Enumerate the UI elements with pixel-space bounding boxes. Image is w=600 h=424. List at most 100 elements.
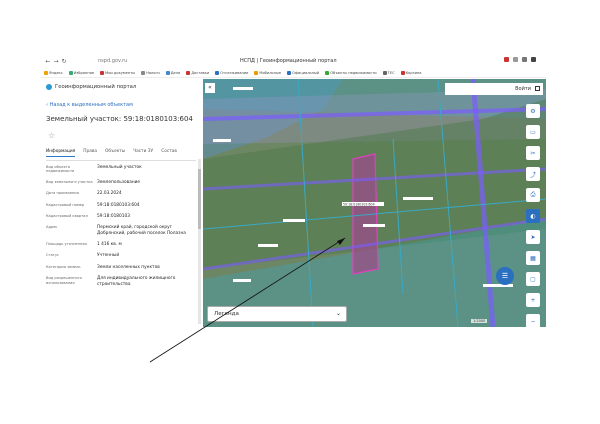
cadastral-label bbox=[403, 197, 433, 200]
property-row: Дата присвоения 22.03.2024 bbox=[46, 191, 196, 196]
property-value: Учтенный bbox=[97, 253, 120, 259]
bookmark-item[interactable]: Отслеживание bbox=[215, 71, 248, 75]
panel-scrollbar[interactable] bbox=[198, 159, 201, 324]
property-key: Дата присвоения bbox=[46, 191, 79, 196]
map-view[interactable]: 59:18:0180103:604 « Войти ⚙ ▭ ✂ ⤴ ⎙ ◐ ➤ … bbox=[203, 79, 546, 327]
property-row: Кадастровый номер 59:18:0180103:604 bbox=[46, 203, 196, 208]
property-value: Земли населенных пунктов bbox=[97, 264, 160, 270]
portal-logo-icon bbox=[46, 84, 52, 90]
extension-icon[interactable] bbox=[522, 57, 527, 62]
page-title: Земельный участок: 59:18:0180103:604 bbox=[46, 115, 193, 123]
login-icon bbox=[535, 86, 540, 91]
scrollbar-thumb[interactable] bbox=[198, 169, 201, 229]
property-list: Вид объекта недвижимости Земельный участо… bbox=[46, 165, 196, 293]
cadastral-label bbox=[363, 224, 385, 227]
bookmark-item[interactable]: Объекты недвижимости bbox=[325, 71, 377, 75]
back-icon[interactable]: ← bbox=[44, 58, 52, 65]
extension-icon[interactable] bbox=[504, 57, 509, 62]
property-row: Вид разрешенного использования Для индиви… bbox=[46, 276, 196, 287]
tab-bar: Информация Права Объекты Части ЗУ Состав bbox=[46, 149, 196, 161]
property-row: Вид земельного участка Землепользование bbox=[46, 180, 196, 185]
cadastral-label bbox=[233, 87, 253, 90]
property-key: Кадастровый номер bbox=[46, 202, 85, 207]
measure-icon[interactable]: ◐ bbox=[526, 209, 540, 223]
chevron-down-icon: ⌄ bbox=[335, 310, 341, 317]
browser-toolbar: ← → ↻ nspd.gov.ru НСПД | Геоинформационн… bbox=[40, 55, 546, 67]
plus-icon[interactable]: + bbox=[526, 293, 540, 307]
reload-icon[interactable]: ↻ bbox=[60, 58, 68, 65]
bookmark-item[interactable]: ТЕС bbox=[382, 71, 395, 75]
bookmarks-bar: Яндекс Избранное Мои документы Налоги Де… bbox=[40, 69, 546, 78]
property-row: Статус Учтенный bbox=[46, 253, 196, 258]
parcel-number-label: 59:18:0180103:604 bbox=[343, 203, 375, 207]
property-value: Землепользование bbox=[97, 179, 141, 185]
property-row: Площадь уточненная 1 416 кв. м bbox=[46, 242, 196, 247]
menu-icon[interactable] bbox=[531, 57, 536, 62]
layers-icon[interactable]: ▭ bbox=[526, 125, 540, 139]
map-scale: 1:2000 bbox=[471, 319, 488, 323]
property-key: Вид земельного участка bbox=[46, 179, 93, 184]
property-value: Пермский край, городской округ Добрянски… bbox=[97, 225, 186, 236]
property-row: Вид объекта недвижимости Земельный участо… bbox=[46, 165, 196, 174]
property-value: 1 416 кв. м bbox=[97, 242, 122, 248]
property-row: Категория земель Земли населенных пунктов bbox=[46, 265, 196, 270]
property-key: Вид разрешенного использования bbox=[46, 276, 82, 285]
property-key: Кадастровый квартал bbox=[46, 214, 88, 219]
address-bar[interactable]: nspd.gov.ru bbox=[98, 58, 127, 64]
tab-composition[interactable]: Состав bbox=[161, 149, 177, 157]
bookmark-item[interactable]: Дела bbox=[165, 71, 180, 75]
bookmark-item[interactable]: Мобильные bbox=[254, 71, 281, 75]
cadastral-label bbox=[258, 244, 278, 247]
minus-icon[interactable]: − bbox=[526, 314, 540, 327]
star-icon[interactable]: ☆ bbox=[48, 131, 55, 140]
bookmark-icon[interactable] bbox=[513, 57, 518, 62]
bookmark-item[interactable]: Корзина bbox=[400, 71, 421, 75]
grid-icon[interactable]: ▦ bbox=[526, 251, 540, 265]
map-canvas[interactable]: 59:18:0180103:604 bbox=[203, 79, 546, 327]
portal-name: Геоинформационный портал bbox=[55, 84, 137, 90]
property-key: Площадь уточненная bbox=[46, 242, 87, 247]
login-button[interactable]: Войти bbox=[445, 83, 543, 95]
collapse-panel-icon[interactable]: « bbox=[205, 83, 215, 93]
browser-window: ← → ↻ nspd.gov.ru НСПД | Геоинформационн… bbox=[40, 55, 546, 327]
property-value: Земельный участок bbox=[97, 165, 142, 170]
property-value: 22.03.2024 bbox=[97, 191, 122, 197]
cut-icon[interactable]: ✂ bbox=[526, 146, 540, 160]
legend-dropdown[interactable]: Легенда ⌄ bbox=[207, 306, 347, 322]
portal-header: Геоинформационный портал bbox=[46, 84, 136, 90]
cadastral-label bbox=[483, 284, 513, 287]
tab-rights[interactable]: Права bbox=[83, 149, 97, 157]
bookmark-item[interactable]: Доставки bbox=[186, 71, 209, 75]
tab-information[interactable]: Информация bbox=[46, 149, 76, 157]
tab-objects[interactable]: Объекты bbox=[105, 149, 125, 157]
bookmark-item[interactable]: Официальный bbox=[287, 71, 319, 75]
property-value: Для индивидуального жилищного строительс… bbox=[97, 276, 176, 287]
bookmark-item[interactable]: Налоги bbox=[141, 71, 160, 75]
rect-icon[interactable]: ▢ bbox=[526, 272, 540, 286]
property-key: Статус bbox=[46, 253, 60, 258]
property-value: 59:18:0180103:604 bbox=[97, 202, 140, 208]
print-icon[interactable]: ⎙ bbox=[526, 188, 540, 202]
property-row: Адрес Пермский край, городской округ Добр… bbox=[46, 225, 196, 236]
property-row: Кадастровый квартал 59:18:0180103 bbox=[46, 214, 196, 219]
cadastral-label bbox=[283, 219, 305, 222]
cadastral-label bbox=[233, 279, 251, 282]
bookmark-item[interactable]: Яндекс bbox=[44, 71, 63, 75]
gear-icon[interactable]: ⚙ bbox=[526, 104, 540, 118]
cadastral-label bbox=[213, 139, 231, 142]
map-toolbar: ⚙ ▭ ✂ ⤴ ⎙ ◐ ➤ ▦ ▢ + − bbox=[526, 104, 540, 327]
bookmark-item[interactable]: Избранное bbox=[68, 71, 94, 75]
property-key: Адрес bbox=[46, 225, 58, 230]
back-link[interactable]: ‹ Назад к выделенным объектам bbox=[46, 102, 133, 108]
property-key: Категория земель bbox=[46, 264, 81, 269]
browser-actions bbox=[504, 57, 536, 62]
property-key: Вид объекта недвижимости bbox=[46, 165, 75, 174]
property-value: 59:18:0180103 bbox=[97, 214, 130, 220]
locate-icon[interactable]: ➤ bbox=[526, 230, 540, 244]
info-panel: Геоинформационный портал ‹ Назад к выдел… bbox=[40, 79, 203, 327]
tab-parts[interactable]: Части ЗУ bbox=[133, 149, 153, 157]
share-icon[interactable]: ⤴ bbox=[526, 167, 540, 181]
bookmark-item[interactable]: Мои документы bbox=[100, 71, 135, 75]
assistant-fab-icon[interactable]: ☰ bbox=[496, 267, 514, 285]
forward-icon[interactable]: → bbox=[52, 58, 60, 65]
